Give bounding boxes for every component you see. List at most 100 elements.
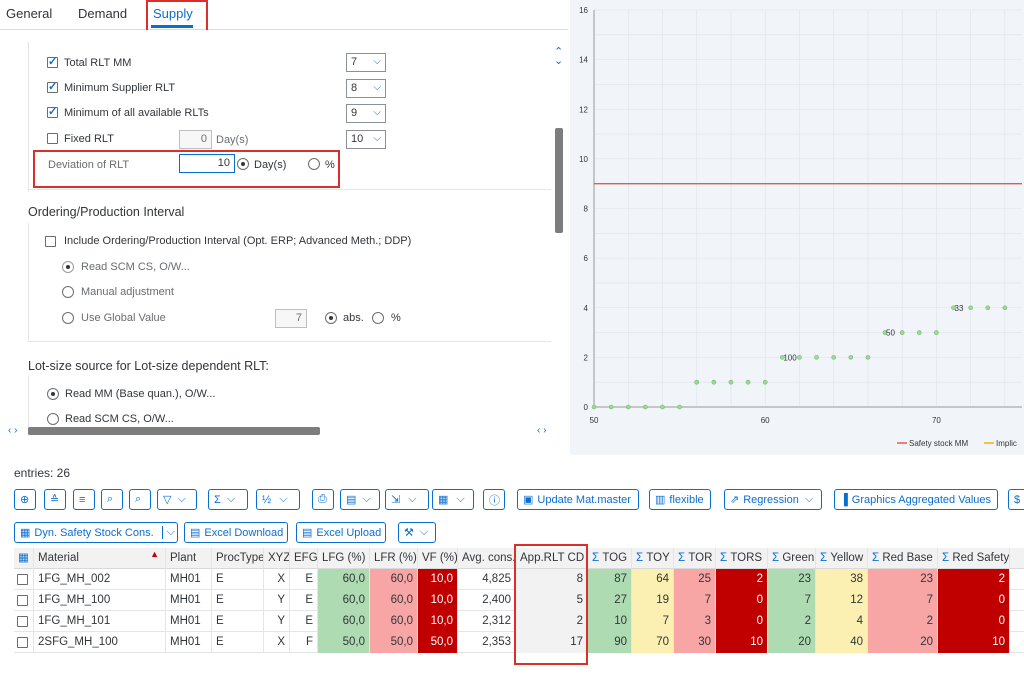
read-mm-radio[interactable] [47,388,59,400]
col-red-base[interactable]: Σ Red Base [868,548,938,569]
data-point [608,404,614,410]
filter-button[interactable]: ▽ ⌵ [157,489,197,510]
sort-ascending-icon[interactable]: ≙ [44,489,66,510]
update-mat-master-button[interactable]: ▣ Update Mat.master [517,489,639,510]
col-xyz[interactable]: XYZ [264,548,290,569]
zoom-in-icon[interactable]: ⊕ [14,489,36,510]
percent-radio[interactable] [372,312,384,324]
col-vf[interactable]: VF (%) [418,548,458,569]
scroll-left-right-icon-2[interactable]: ‹ › [537,425,546,436]
views-button[interactable]: ▤ ⌵ [340,489,380,510]
row-checkbox[interactable] [17,574,28,585]
fixed-rlt-select[interactable]: 10 ⌵ [346,130,386,149]
col-yellow[interactable]: Σ Yellow [816,548,868,569]
chevron-down-icon: ⌵ [226,493,236,505]
manual-adjustment-radio[interactable] [62,286,74,298]
cell-green: 7 [768,590,816,611]
layout-button[interactable]: ▦ ⌵ [432,489,474,510]
graphics-aggregated-button[interactable]: ▐ Graphics Aggregated Values [834,489,998,510]
row-checkbox[interactable] [17,616,28,627]
row-select-cell[interactable] [14,569,34,590]
col-toy[interactable]: Σ TOY [632,548,674,569]
sum-icon: Σ [772,552,783,564]
global-value-input[interactable]: 7 [275,309,307,328]
excel-download-button[interactable]: ▤ Excel Download [184,522,288,543]
use-global-value-radio[interactable] [62,312,74,324]
col-tors[interactable]: Σ TORS [716,548,768,569]
data-point [865,355,871,360]
more-icon[interactable]: $ [1008,489,1024,510]
fixed-rlt-checkbox[interactable] [47,133,58,144]
row-select-cell[interactable] [14,590,34,611]
col-tor[interactable]: Σ TOR [674,548,716,569]
col-tog[interactable]: Σ TOG [588,548,632,569]
scroll-up-down-icon[interactable]: ⌃ ⌄ [554,47,563,67]
row-select-cell[interactable] [14,632,34,653]
subtotal-button[interactable]: ½ ⌵ [256,489,300,510]
chevron-down-icon: ⌵ [373,133,381,144]
include-ordering-checkbox[interactable] [45,236,56,247]
flexible-button[interactable]: ▥ flexible [649,489,711,510]
sort-descending-icon[interactable]: ≡ [73,489,95,510]
y-tick-label: 16 [579,6,588,15]
highlight-app-rlt-cd [514,544,588,665]
export-button[interactable]: ⇲ ⌵ [385,489,429,510]
manual-adjustment-label: Manual adjustment [81,286,174,298]
cell-avg-cons: 2,312 [458,611,516,632]
group-divider [28,341,551,342]
column-settings-icon[interactable]: ▦ [14,548,34,569]
group-border [28,42,29,192]
tab-general[interactable]: General [6,6,52,21]
min-all-rlts-select[interactable]: 9 ⌵ [346,104,386,123]
search-next-icon[interactable]: ⌕ [129,489,151,510]
fixed-rlt-input[interactable]: 0 [179,130,212,149]
search-icon[interactable]: ⌕ [101,489,123,510]
fixed-rlt-label: Fixed RLT [64,133,114,145]
settings-button[interactable]: ⚒ ⌵ [398,522,436,543]
col-lfg[interactable]: LFG (%) [318,548,370,569]
col-lfr[interactable]: LFR (%) [370,548,418,569]
col-efg[interactable]: EFG [290,548,318,569]
cell-red-base: 7 [868,590,938,611]
cell-efg: E [290,611,318,632]
vertical-scrollbar-thumb[interactable] [555,128,563,233]
print-icon[interactable]: ⎙ [312,489,334,510]
col-proctype[interactable]: ProcType [212,548,264,569]
cell-green: 2 [768,611,816,632]
total-rlt-mm-checkbox[interactable] [47,55,58,68]
min-all-rlts-checkbox[interactable] [47,105,58,118]
views-icon: ▤ [346,494,357,506]
scroll-left-right-icon[interactable]: ‹ › [8,425,17,436]
col-red-safety[interactable]: Σ Red Safety [938,548,1010,569]
lotsize-read-scm-radio[interactable] [47,413,59,425]
y-tick-label: 14 [579,56,588,65]
min-supplier-rlt-checkbox[interactable] [47,80,58,93]
info-icon[interactable]: ⓘ [483,489,505,510]
min-supplier-rlt-select[interactable]: 8 ⌵ [346,79,386,98]
row-checkbox[interactable] [17,595,28,606]
cell-tog: 10 [588,611,632,632]
excel-upload-button[interactable]: ▤ Excel Upload [296,522,386,543]
abs-radio[interactable] [325,312,337,324]
horizontal-scrollbar-thumb[interactable] [28,427,320,435]
excel-upload-label: Excel Upload [316,526,382,539]
cell-material: 1FG_MH_002 [34,569,166,590]
col-plant[interactable]: Plant [166,548,212,569]
read-scm-radio[interactable] [62,261,74,273]
data-label: 100 [783,353,797,362]
total-rlt-mm-select[interactable]: 7 ⌵ [346,53,386,72]
dyn-safety-stock-button[interactable]: ▦ Dyn. Safety Stock Cons. ⌵ [14,522,178,543]
subtotal-icon: ½ [262,493,272,506]
cell-yellow: 4 [816,611,868,632]
tab-demand[interactable]: Demand [78,6,127,21]
y-tick-label: 12 [579,105,588,114]
col-material[interactable]: Material ▲ [34,548,166,569]
y-tick-label: 6 [584,254,589,263]
row-select-cell[interactable] [14,611,34,632]
row-checkbox[interactable] [17,637,28,648]
col-green[interactable]: Σ Green [768,548,816,569]
data-point [831,355,836,360]
col-avg-cons[interactable]: Avg. cons. [458,548,516,569]
regression-button[interactable]: ⇗ Regression ⌵ [724,489,822,510]
sum-button[interactable]: Σ ⌵ [208,489,248,510]
